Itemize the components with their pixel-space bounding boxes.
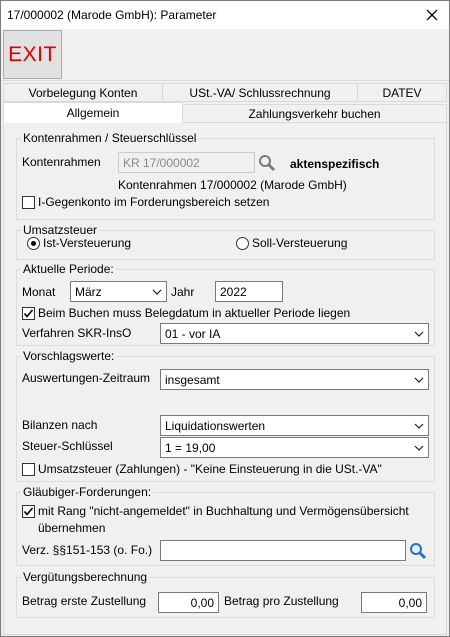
ist-versteuerung-radio[interactable] [27,237,40,250]
group-glaeubiger-forderungen: Gläubiger-Forderungen: mit Rang "nicht-a… [16,485,435,566]
chevron-down-icon [414,445,424,451]
radio-selected-dot [31,241,36,246]
group-vorschlagswerte: Vorschlagswerte: Auswertungen-Zeitraum i… [16,349,435,482]
tab-label: DATEV [382,85,422,100]
kontenrahmen-label: Kontenrahmen [22,155,101,169]
betrag-erste-label: Betrag erste Zustellung [22,594,147,608]
toolbar: EXIT [1,29,449,81]
betrag-pro-input[interactable]: 0,00 [361,592,427,613]
kontenrahmen-field[interactable]: KR 17/000002 [118,152,255,173]
group-legend: Umsatzsteuer [21,223,100,237]
verfahren-value: 01 - vor IA [165,326,221,341]
checkmark-icon [23,309,34,318]
verfahren-label: Verfahren SKR-InsO [22,326,132,340]
kontenrahmen-search-button[interactable] [256,152,277,173]
search-icon [409,542,426,559]
jahr-input[interactable]: 2022 [215,281,283,302]
betrag-pro-label: Betrag pro Zustellung [224,594,339,608]
group-legend: Gläubiger-Forderungen: [21,485,154,499]
bilanzen-select[interactable]: Liquidationswerten [160,415,429,436]
tab-ust-va-schlussrechnung[interactable]: USt.-VA/ Schlussrechnung [162,83,358,102]
title-bar: 17/000002 (Marode GmbH): Parameter [1,1,449,29]
search-icon [258,154,275,171]
steuer-schluessel-label: Steuer-Schlüssel [22,439,113,453]
gegenkonto-label: I-Gegenkonto im Forderungsbereich setzen [38,195,270,209]
tab-vorbelegung-konten[interactable]: Vorbelegung Konten [3,83,163,102]
tab-label: Zahlungsverkehr buchen [248,106,381,121]
zeitraum-value: insgesamt [165,372,220,387]
tab-allgemein[interactable]: Allgemein [3,102,183,123]
betrag-erste-input[interactable]: 0,00 [158,592,219,613]
rang-checkbox[interactable] [22,505,35,518]
chevron-down-icon [414,377,424,383]
jahr-label: Jahr [171,285,195,299]
steuer-schluessel-select[interactable]: 1 = 19,00 [160,437,429,458]
rang-label-line1: mit Rang "nicht-angemeldet" in Buchhaltu… [38,504,409,518]
group-legend: Kontenrahmen / Steuerschlüssel [21,131,199,145]
verz-search-button[interactable] [407,540,428,561]
group-aktuelle-periode: Aktuelle Periode: Monat März Jahr 2022 B… [16,262,435,346]
soll-versteuerung-radio[interactable] [236,237,249,250]
group-legend: Vergütungsberechnung [21,570,150,584]
kontenrahmen-description: Kontenrahmen 17/000002 (Marode GmbH) [118,178,347,192]
tab-content-allgemein: Kontenrahmen / Steuerschlüssel Kontenrah… [3,122,447,635]
belegdatum-label: Beim Buchen muss Belegdatum in aktueller… [38,306,351,320]
belegdatum-checkbox[interactable] [22,307,35,320]
ist-versteuerung-label: Ist-Versteuerung [43,236,132,250]
group-legend: Vorschlagswerte: [21,349,117,363]
bilanzen-value: Liquidationswerten [165,418,266,433]
verfahren-select[interactable]: 01 - vor IA [160,323,429,344]
chevron-down-icon [152,289,162,295]
verz-label: Verz. §§151-153 (o. Fo.) [22,543,153,557]
tab-label: USt.-VA/ Schlussrechnung [189,85,331,100]
zeitraum-select[interactable]: insgesamt [160,369,429,390]
close-icon [426,9,438,21]
checkmark-icon [23,507,34,516]
group-umsatzsteuer: Umsatzsteuer Ist-Versteuerung Soll-Verst… [16,223,435,260]
soll-versteuerung-label: Soll-Versteuerung [252,236,348,250]
ust-zahlungen-checkbox[interactable] [22,463,35,476]
chevron-down-icon [414,331,424,337]
tab-datev[interactable]: DATEV [357,83,447,102]
monat-select[interactable]: März [70,281,167,302]
group-verguetungsberechnung: Vergütungsberechnung Betrag erste Zustel… [16,570,435,618]
gegenkonto-checkbox[interactable] [22,196,35,209]
exit-button[interactable]: EXIT [3,30,62,79]
tab-label: Allgemein [66,105,120,120]
tab-label: Vorbelegung Konten [28,85,138,100]
window-title: 17/000002 (Marode GmbH): Parameter [7,8,217,22]
chevron-down-icon [414,423,424,429]
bilanzen-label: Bilanzen nach [22,418,98,432]
ust-zahlungen-label: Umsatzsteuer (Zahlungen) - "Keine Einste… [38,462,382,476]
group-kontenrahmen: Kontenrahmen / Steuerschlüssel Kontenrah… [16,131,435,220]
aktenspezifisch-label: aktenspezifisch [290,157,380,171]
monat-value: März [75,284,102,299]
parameter-window: 17/000002 (Marode GmbH): Parameter EXIT … [0,0,450,637]
rang-label-line2: übernehmen [38,521,106,535]
zeitraum-label: Auswertungen-Zeitraum [22,371,151,385]
group-legend: Aktuelle Periode: [21,262,116,276]
close-button[interactable] [415,1,449,29]
tab-zahlungsverkehr-buchen[interactable]: Zahlungsverkehr buchen [182,104,447,123]
steuer-schluessel-value: 1 = 19,00 [165,440,216,455]
monat-label: Monat [22,285,56,299]
verz-input[interactable] [160,540,406,561]
